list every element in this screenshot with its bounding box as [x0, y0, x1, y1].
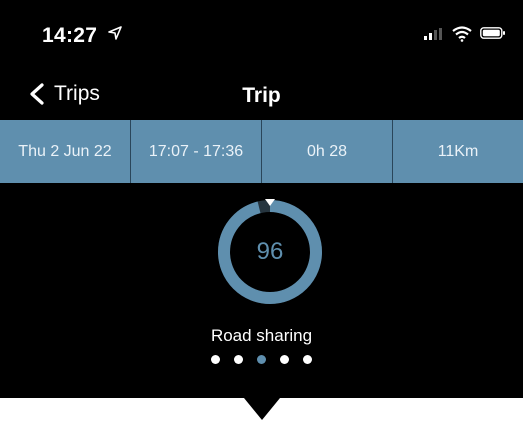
- trip-time-range: 17:07 - 17:36: [131, 120, 262, 183]
- status-time: 14:27: [42, 24, 98, 47]
- caret-down-icon: [243, 398, 280, 420]
- page-dot[interactable]: [257, 355, 266, 364]
- trip-distance: 11Km: [437, 142, 479, 160]
- page-dot[interactable]: [280, 355, 289, 364]
- location-arrow-icon: [108, 26, 122, 40]
- wifi-icon: [452, 26, 472, 42]
- status-bar: 14:27: [0, 0, 523, 64]
- back-button-label: Trips: [54, 82, 100, 105]
- sheet-notch: [0, 398, 523, 422]
- page-indicator[interactable]: [0, 355, 523, 364]
- trip-summary-strip: Thu 2 Jun 22 17:07 - 17:36 0h 28 11Km: [0, 120, 523, 183]
- trip-duration: 0h 28: [262, 120, 393, 183]
- page-dot[interactable]: [303, 355, 312, 364]
- back-button[interactable]: Trips: [28, 78, 100, 110]
- page-dot[interactable]: [234, 355, 243, 364]
- battery-icon: [480, 27, 505, 39]
- trip-date: Thu 2 Jun 22: [0, 120, 131, 183]
- score-value: 96: [256, 238, 284, 265]
- cellular-signal-icon: [424, 28, 442, 40]
- metric-label: Road sharing: [210, 326, 313, 345]
- page-dot[interactable]: [211, 355, 220, 364]
- chevron-left-icon: [30, 83, 44, 105]
- navigation-bar: Trip Trips: [0, 72, 523, 116]
